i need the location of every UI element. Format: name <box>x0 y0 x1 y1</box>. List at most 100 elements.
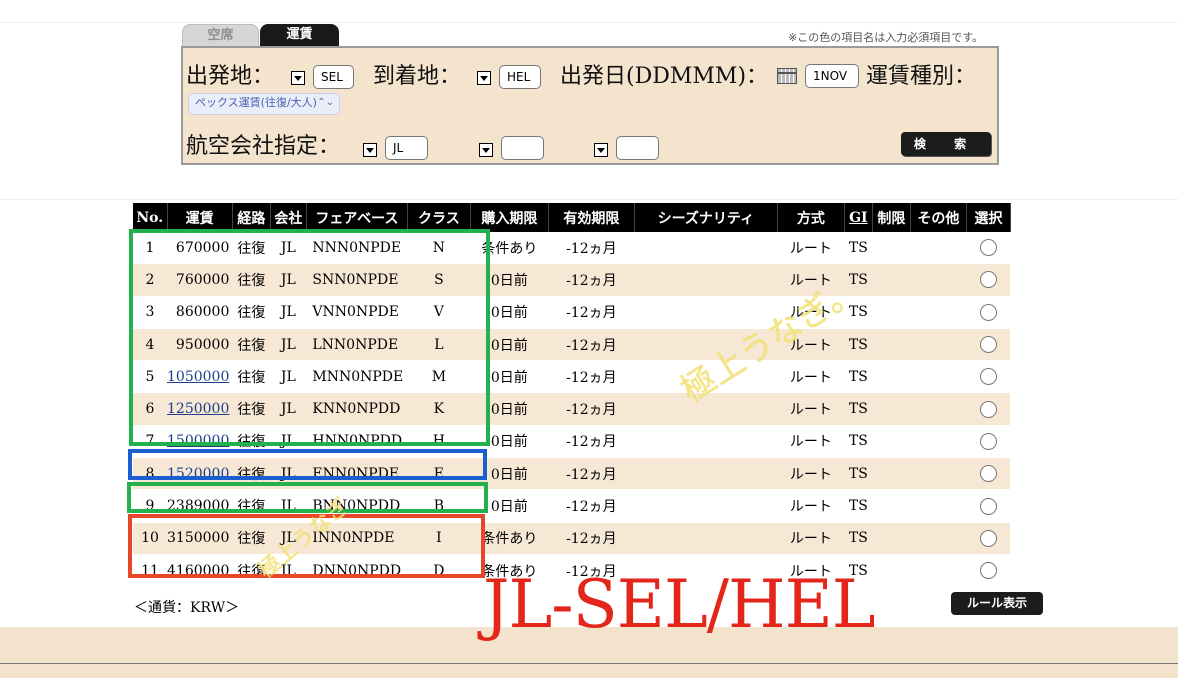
row-restriction <box>872 425 911 459</box>
fare-type-value: ペックス運賃(往復/大人) <box>195 96 317 109</box>
row-select-cell <box>966 489 1011 523</box>
row-restriction <box>872 522 911 555</box>
fare-select-radio[interactable] <box>979 497 997 515</box>
row-method: ルート <box>777 360 845 394</box>
fare-select-radio[interactable] <box>979 303 997 321</box>
fare-select-radio[interactable] <box>979 239 997 257</box>
fare-select-radio[interactable] <box>979 400 997 418</box>
row-select-cell <box>966 554 1011 588</box>
row-validity: -12ヵ月 <box>548 425 635 459</box>
row-select-cell <box>966 263 1011 297</box>
calendar-icon[interactable] <box>777 68 797 84</box>
fare-select-radio[interactable] <box>979 271 997 289</box>
annotation-route-title: JL-SEL/HEL <box>483 566 876 643</box>
col-header-class: クラス <box>407 203 471 232</box>
row-other <box>910 522 967 555</box>
airline-3-dropdown-icon[interactable] <box>594 143 608 157</box>
col-header-purchase-deadline: 購入期限 <box>470 203 549 232</box>
row-gi: TS <box>844 489 873 523</box>
fare-select-radio[interactable] <box>979 368 997 386</box>
row-other <box>910 296 967 329</box>
airline-1-dropdown-icon[interactable] <box>363 143 377 157</box>
row-validity: -12ヵ月 <box>548 263 635 297</box>
footer-line <box>0 663 1178 664</box>
row-select-cell <box>966 522 1011 555</box>
tab-fare[interactable]: 運賃 <box>260 24 339 46</box>
row-gi: TS <box>844 457 873 491</box>
currency-label: ＜通貨：KRW＞ <box>134 600 240 616</box>
fare-type-select[interactable]: ペックス運賃(往復/大人) ⌃⌄ <box>188 93 340 115</box>
row-other <box>910 328 967 362</box>
row-restriction <box>872 232 911 265</box>
destination-label: 到着地： <box>373 64 462 89</box>
destination-dropdown-icon[interactable] <box>477 71 491 85</box>
table-header-row: No. 運賃 経路 会社 フェアベース クラス 購入期限 有効期限 シーズナリテ… <box>133 203 1011 232</box>
fare-type-label: 運賃種別： <box>866 64 977 89</box>
top-divider <box>0 22 1178 23</box>
row-validity: -12ヵ月 <box>548 296 635 329</box>
row-validity: -12ヵ月 <box>548 232 635 265</box>
show-rules-button[interactable]: ルール表示 <box>951 592 1043 615</box>
airline-2-field[interactable] <box>501 136 544 160</box>
row-seasonality <box>634 522 778 555</box>
col-header-seasonality: シーズナリティ <box>634 203 778 232</box>
row-other <box>910 392 967 426</box>
row-method: ルート <box>777 522 845 555</box>
col-header-gi-link[interactable]: GI <box>844 203 873 232</box>
row-method: ルート <box>777 392 845 426</box>
row-restriction <box>872 457 911 491</box>
row-select-cell <box>966 392 1011 426</box>
row-seasonality <box>634 232 778 265</box>
row-select-cell <box>966 232 1011 265</box>
fare-select-radio[interactable] <box>979 465 997 483</box>
col-header-route: 経路 <box>232 203 271 232</box>
row-restriction <box>872 263 911 297</box>
tab-seat-availability[interactable]: 空席 <box>182 24 259 46</box>
row-gi: TS <box>844 425 873 459</box>
row-other <box>910 489 967 523</box>
row-seasonality <box>634 263 778 297</box>
origin-dropdown-icon[interactable] <box>291 71 305 85</box>
search-button[interactable]: 検 索 <box>901 132 991 156</box>
airline-2-dropdown-icon[interactable] <box>479 143 493 157</box>
row-validity: -12ヵ月 <box>548 522 635 555</box>
row-seasonality <box>634 457 778 491</box>
row-validity: -12ヵ月 <box>548 489 635 523</box>
fare-select-radio[interactable] <box>979 432 997 450</box>
col-header-restriction: 制限 <box>872 203 911 232</box>
row-other <box>910 457 967 491</box>
col-header-no: No. <box>133 203 168 232</box>
fare-select-radio[interactable] <box>979 529 997 547</box>
row-method: ルート <box>777 457 845 491</box>
destination-field[interactable]: HEL <box>499 65 541 89</box>
section-divider <box>0 199 1178 200</box>
col-header-fare: 運賃 <box>167 203 233 232</box>
row-method: ルート <box>777 232 845 265</box>
fare-select-radio[interactable] <box>979 562 997 580</box>
row-validity: -12ヵ月 <box>548 328 635 362</box>
col-header-validity: 有効期限 <box>548 203 635 232</box>
departure-date-label: 出発日(DDMMM)： <box>560 64 769 89</box>
fare-select-radio[interactable] <box>979 336 997 354</box>
col-header-method: 方式 <box>777 203 845 232</box>
col-header-select: 選択 <box>966 203 1011 232</box>
row-validity: -12ヵ月 <box>548 360 635 394</box>
row-validity: -12ヵ月 <box>548 457 635 491</box>
departure-date-field[interactable]: 1NOV <box>805 64 859 88</box>
annotation-green-box-row-9 <box>127 482 488 513</box>
row-other <box>910 554 967 588</box>
chevron-updown-icon: ⌃⌄ <box>317 97 334 108</box>
airline-3-field[interactable] <box>616 136 659 160</box>
origin-label: 出発地： <box>186 64 275 89</box>
row-method: ルート <box>777 425 845 459</box>
airline-1-field[interactable]: JL <box>385 136 428 160</box>
row-restriction <box>872 360 911 394</box>
row-gi: TS <box>844 328 873 362</box>
col-header-airline: 会社 <box>270 203 307 232</box>
row-select-cell <box>966 296 1011 329</box>
row-other <box>910 425 967 459</box>
row-select-cell <box>966 360 1011 394</box>
annotation-blue-box-row-8 <box>128 449 487 480</box>
origin-field[interactable]: SEL <box>313 65 354 89</box>
row-seasonality <box>634 489 778 523</box>
